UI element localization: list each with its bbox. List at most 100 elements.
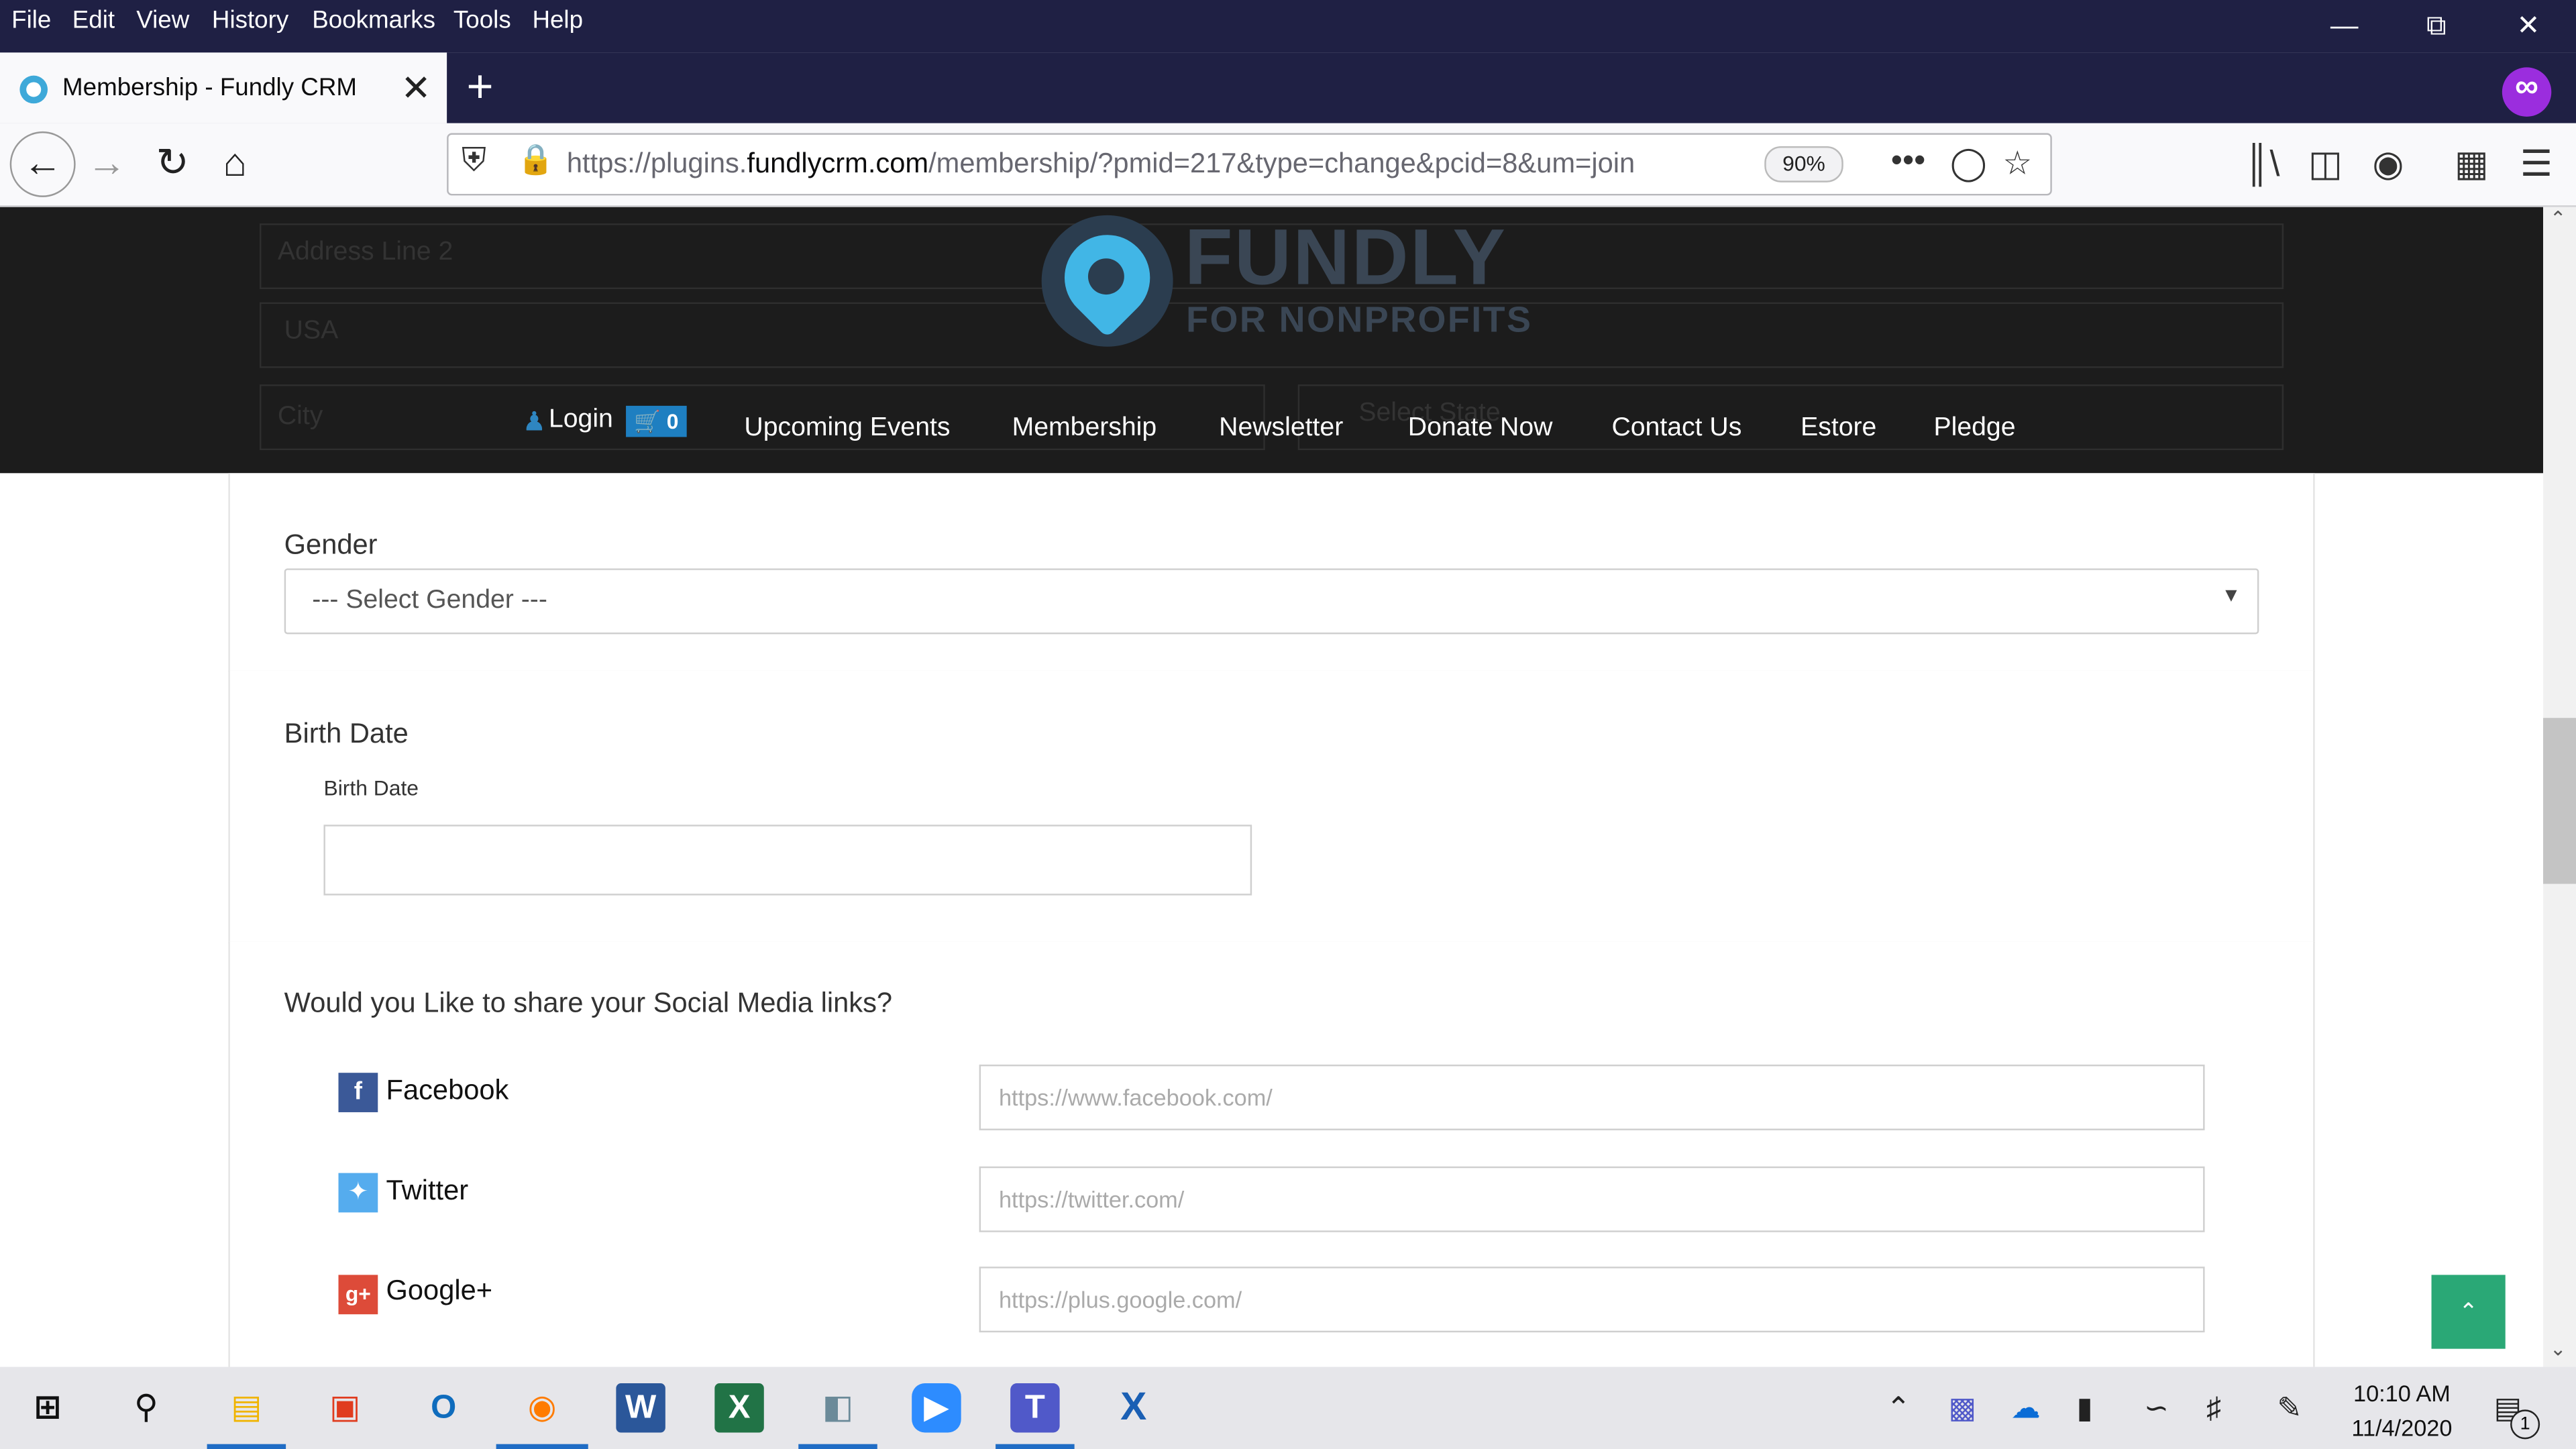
home-icon[interactable]: ⌂ xyxy=(207,136,263,192)
nav-pledge[interactable]: Pledge xyxy=(1933,414,2015,443)
windows-start-icon[interactable]: ⊞ xyxy=(23,1383,72,1432)
google-plus-label: Google+ xyxy=(386,1275,493,1306)
menu-history[interactable]: History xyxy=(212,7,288,35)
wifi-icon[interactable]: ∽ xyxy=(2144,1391,2169,1426)
reload-icon[interactable]: ↻ xyxy=(145,136,201,192)
twitter-input[interactable]: https://twitter.com/ xyxy=(979,1166,2205,1232)
nav-donate-now[interactable]: Donate Now xyxy=(1408,414,1553,443)
expensify-icon[interactable]: X xyxy=(1109,1383,1158,1432)
notepad-active-indicator xyxy=(798,1444,877,1449)
close-tab-icon[interactable]: ✕ xyxy=(401,67,431,110)
hamburger-menu-icon[interactable]: ☰ xyxy=(2520,143,2553,186)
menu-tools[interactable]: Tools xyxy=(453,7,511,35)
menu-view[interactable]: View xyxy=(136,7,189,35)
scrollbar-thumb[interactable] xyxy=(2543,718,2576,884)
scroll-down-icon[interactable]: ⌄ xyxy=(2550,1337,2567,1360)
search-icon[interactable]: ⚲ xyxy=(121,1383,170,1432)
excel-icon[interactable]: X xyxy=(714,1383,764,1433)
url-text: https://plugins.fundlycrm.com/membership… xyxy=(566,148,1635,179)
menu-file[interactable]: File xyxy=(11,7,51,35)
facebook-icon: f xyxy=(338,1073,378,1112)
facebook-input[interactable]: https://www.facebook.com/ xyxy=(979,1064,2205,1130)
tab-title: Membership - Fundly CRM xyxy=(62,74,357,102)
nav-estore[interactable]: Estore xyxy=(1801,414,1876,443)
nav-contact-us[interactable]: Contact Us xyxy=(1611,414,1741,443)
fundly-logo-icon[interactable] xyxy=(1041,215,1173,347)
google-plus-icon: g+ xyxy=(338,1275,378,1315)
office-icon[interactable]: ▣ xyxy=(321,1383,370,1432)
word-icon[interactable]: W xyxy=(616,1383,665,1433)
logo-wordmark[interactable]: FUNDLY xyxy=(1185,213,1507,304)
twitter-icon: ✦ xyxy=(338,1173,378,1213)
lock-icon[interactable]: 🔒 xyxy=(517,143,554,177)
library-icon[interactable]: ║\ xyxy=(2244,143,2279,186)
clock-time: 10:10 AM xyxy=(2353,1380,2451,1407)
extensions-icon[interactable]: ▦ xyxy=(2455,143,2489,186)
teams-icon[interactable]: T xyxy=(1010,1383,1060,1433)
address-bar[interactable]: ⛨ 🔒 https://plugins.fundlycrm.com/member… xyxy=(447,133,2052,196)
firefox-icon[interactable]: ◉ xyxy=(517,1383,566,1432)
site-header: Address Line 2 USA City Select State FUN… xyxy=(0,207,2544,474)
cart-button[interactable]: 🛒 0 xyxy=(626,405,687,437)
battery-icon[interactable]: ▮ xyxy=(2077,1391,2093,1426)
account-icon[interactable]: ◉ xyxy=(2372,143,2404,186)
social-question: Would you Like to share your Social Medi… xyxy=(284,987,893,1019)
user-icon[interactable]: ♟ xyxy=(523,406,546,439)
firefox-active-indicator xyxy=(496,1444,588,1449)
birth-date-input[interactable] xyxy=(323,824,1252,896)
tab-membership[interactable]: Membership - Fundly CRM ✕ xyxy=(0,52,447,123)
menu-bookmarks[interactable]: Bookmarks xyxy=(312,7,435,35)
chevron-down-icon: ▼ xyxy=(2221,583,2241,606)
scroll-up-icon[interactable]: ⌃ xyxy=(2550,207,2567,230)
gender-select[interactable]: --- Select Gender --- ▼ xyxy=(284,568,2259,635)
notepad-icon[interactable]: ◧ xyxy=(813,1383,862,1432)
pocket-icon[interactable]: ◯ xyxy=(1950,143,1987,184)
windows-taskbar: ⊞ ⚲ ▤ ▣ O ◉ W X ◧ ▶ T X ⌃ ▩ ☁ ▮ ∽ ♯ ✎ 10… xyxy=(0,1366,2576,1449)
minimize-icon[interactable]: — xyxy=(2320,7,2369,46)
zoom-app-icon[interactable]: ▶ xyxy=(912,1383,961,1433)
gender-label: Gender xyxy=(284,529,378,561)
page-actions-icon[interactable]: ••• xyxy=(1891,143,1925,180)
nav-newsletter[interactable]: Newsletter xyxy=(1219,414,1343,443)
volume-icon[interactable]: ♯ xyxy=(2206,1391,2221,1426)
gender-placeholder: --- Select Gender --- xyxy=(312,586,547,614)
menu-edit[interactable]: Edit xyxy=(72,7,115,35)
back-icon[interactable]: ← xyxy=(9,131,76,197)
tab-strip: Membership - Fundly CRM ✕ + xyxy=(0,52,2576,123)
login-link[interactable]: Login xyxy=(549,406,613,435)
menu-help[interactable]: Help xyxy=(532,7,583,35)
teams-active-indicator xyxy=(996,1444,1075,1449)
page-viewport: Address Line 2 USA City Select State FUN… xyxy=(0,207,2544,1367)
active-app-indicator xyxy=(207,1444,286,1449)
google-plus-input[interactable]: https://plus.google.com/ xyxy=(979,1267,2205,1333)
outlook-icon[interactable]: O xyxy=(419,1383,468,1432)
restore-icon[interactable]: ⧉ xyxy=(2412,7,2461,46)
onedrive-icon[interactable]: ☁ xyxy=(2011,1391,2041,1426)
clock-date: 11/4/2020 xyxy=(2351,1414,2453,1441)
birth-date-section xyxy=(228,670,2315,943)
bookmark-star-icon[interactable]: ☆ xyxy=(2002,143,2032,184)
sidebar-icon[interactable]: ◫ xyxy=(2308,143,2343,186)
chevron-up-icon: ⌃ xyxy=(2459,1297,2478,1324)
pen-icon[interactable]: ✎ xyxy=(2277,1391,2302,1426)
fundly-favicon-icon xyxy=(19,75,48,104)
file-explorer-icon[interactable]: ▤ xyxy=(222,1383,271,1432)
show-hidden-icons-chevron-icon[interactable]: ⌃ xyxy=(1886,1391,1911,1426)
new-tab-icon[interactable]: + xyxy=(467,61,494,113)
system-clock[interactable]: 10:10 AM 11/4/2020 xyxy=(2333,1377,2471,1446)
nav-upcoming-events[interactable]: Upcoming Events xyxy=(744,414,950,443)
logo-tagline: FOR NONPROFITS xyxy=(1186,299,1533,340)
forward-icon[interactable]: → xyxy=(79,136,135,192)
private-browsing-icon xyxy=(2502,67,2552,117)
back-to-top-button[interactable]: ⌃ xyxy=(2431,1275,2506,1349)
birth-date-sublabel: Birth Date xyxy=(323,775,419,800)
menu-bar: File Edit View History Bookmarks Tools H… xyxy=(0,0,2576,53)
cart-count: 0 xyxy=(666,409,679,434)
tracking-shield-icon[interactable]: ⛨ xyxy=(462,143,486,180)
notification-count-badge: 1 xyxy=(2510,1409,2540,1440)
close-window-icon[interactable]: ✕ xyxy=(2504,7,2553,46)
teams-tray-icon[interactable]: ▩ xyxy=(1949,1391,1977,1426)
zoom-indicator[interactable]: 90% xyxy=(1764,146,1843,182)
facebook-label: Facebook xyxy=(386,1074,509,1106)
nav-membership[interactable]: Membership xyxy=(1012,414,1157,443)
